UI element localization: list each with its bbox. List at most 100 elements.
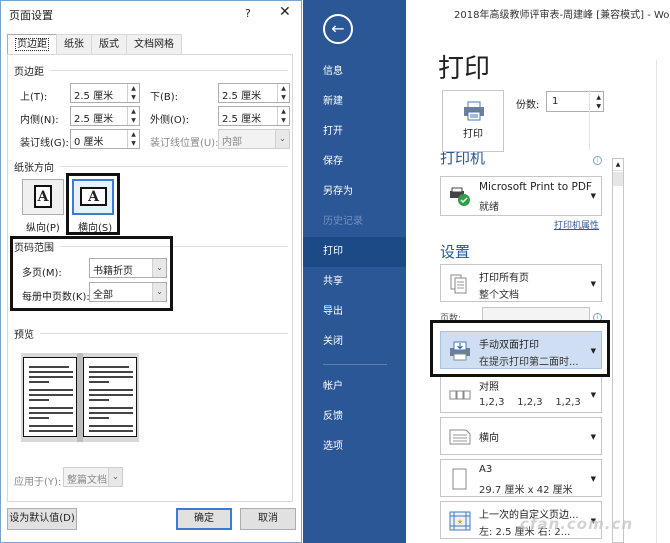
- pages-label: 页数:: [440, 314, 462, 324]
- print-pane: 2018年高级教师评审表-周建峰 [兼容模式] - Word 打印 打印 份数:…: [406, 0, 670, 543]
- divider: [656, 60, 657, 543]
- divider: [589, 90, 590, 150]
- gutter-position-label: 装订线位置(U):: [150, 138, 219, 149]
- outside-margin-input[interactable]: 2.5 厘米 ▲ ▼: [218, 106, 290, 126]
- bottom-margin-input[interactable]: 2.5 厘米 ▲ ▼: [218, 83, 290, 103]
- cancel-button[interactable]: 取消: [240, 508, 296, 530]
- multiple-pages-value: 书籍折页: [93, 266, 133, 277]
- nav-item-save-as[interactable]: 另存为: [303, 177, 406, 207]
- divider: [50, 70, 288, 71]
- nav-item-open[interactable]: 打开: [303, 117, 406, 147]
- page-setup-dialog: 页面设置 ? ✕ 页边距 纸张 版式 文档网格 页边距 上(T): 2.5 厘米…: [0, 0, 302, 543]
- chevron-down-icon[interactable]: ⌄: [152, 283, 166, 301]
- chevron-down-icon[interactable]: ⌄: [152, 259, 166, 277]
- inside-margin-label: 内侧(N):: [20, 115, 59, 126]
- top-margin-value: 2.5 厘米: [74, 91, 114, 102]
- printer-properties-link[interactable]: 打印机属性: [554, 218, 599, 231]
- nav-divider: [323, 364, 387, 365]
- collate-select[interactable]: 对照 1,2,3 1,2,3 1,2,3 ▼: [440, 375, 602, 413]
- help-button[interactable]: ?: [245, 7, 251, 20]
- tab-margins[interactable]: 页边距: [7, 34, 57, 55]
- preview-text-line: [29, 430, 73, 432]
- preview-section-label: 预览: [14, 330, 34, 341]
- landscape-label: 横向(S): [78, 223, 113, 234]
- duplex-select[interactable]: 手动双面打印 在提示打印第二面时... ▼: [440, 331, 602, 369]
- preview-text-line: [29, 389, 73, 391]
- paper-size-icon: [452, 468, 467, 490]
- inside-margin-input[interactable]: 2.5 厘米 ▲ ▼: [70, 106, 140, 126]
- preview-text-line: [89, 381, 109, 383]
- paper-size-select[interactable]: A3 29.7 厘米 x 42 厘米 ▼: [440, 459, 602, 497]
- custom-margins-icon: ★: [449, 511, 471, 531]
- print-button[interactable]: 打印: [442, 90, 504, 152]
- spin-arrows-icon[interactable]: ▲ ▼: [127, 107, 139, 125]
- orientation-value: 横向: [479, 433, 499, 444]
- preview-text-line: [89, 417, 109, 419]
- portrait-page-icon: A: [34, 185, 52, 208]
- preview-text-line: [89, 366, 129, 368]
- preview-text-line: [89, 412, 133, 414]
- tab-document-grid[interactable]: 文档网格: [126, 34, 182, 54]
- duplex-printer-icon: [450, 341, 470, 361]
- printer-select[interactable]: Microsoft Print to PDF 就绪 ▼: [440, 176, 602, 216]
- close-icon[interactable]: ✕: [279, 4, 291, 20]
- caret-down-icon: ▼: [590, 433, 596, 441]
- back-arrow-icon[interactable]: ←: [323, 14, 353, 44]
- spin-arrows-icon[interactable]: ▲ ▼: [596, 93, 601, 111]
- preview-text-line: [89, 407, 133, 409]
- pages-icon: [450, 274, 467, 294]
- nav-item-options[interactable]: 选项: [303, 432, 406, 462]
- print-range-desc: 整个文档: [479, 290, 519, 301]
- spin-arrows-icon[interactable]: ▲ ▼: [127, 84, 139, 102]
- tab-bar: 页边距 纸张 版式 文档网格: [7, 34, 182, 55]
- paper-size-value: A3: [479, 464, 493, 475]
- divider: [60, 166, 288, 167]
- set-default-button[interactable]: 设为默认值(D): [7, 508, 77, 530]
- pages-input[interactable]: [482, 307, 590, 323]
- sheets-per-booklet-label: 每册中页数(K):: [22, 292, 90, 303]
- spin-arrows-icon[interactable]: ▲ ▼: [277, 107, 289, 125]
- bottom-margin-label: 下(B):: [150, 92, 179, 103]
- tab-paper[interactable]: 纸张: [56, 34, 92, 54]
- print-button-label: 打印: [463, 129, 483, 140]
- nav-item-new[interactable]: 新建: [303, 87, 406, 117]
- orientation-select[interactable]: 横向 ▼: [440, 417, 602, 455]
- portrait-button[interactable]: A: [22, 179, 64, 215]
- nav-item-print[interactable]: 打印: [303, 237, 406, 267]
- top-margin-input[interactable]: 2.5 厘米 ▲ ▼: [70, 83, 140, 103]
- nav-item-export[interactable]: 导出: [303, 297, 406, 327]
- nav-item-close[interactable]: 关闭: [303, 327, 406, 357]
- sheets-per-booklet-select[interactable]: 全部 ⌄: [89, 282, 167, 302]
- nav-item-account[interactable]: 帐户: [303, 372, 406, 402]
- orientation-section-label: 纸张方向: [14, 163, 54, 174]
- copies-label: 份数:: [516, 100, 540, 111]
- scroll-thumb[interactable]: [613, 172, 623, 186]
- preview-text-line: [29, 371, 73, 373]
- info-icon[interactable]: i: [593, 313, 602, 322]
- scroll-up-icon[interactable]: ▲: [613, 159, 623, 171]
- nav-item-info[interactable]: 信息: [303, 57, 406, 87]
- tab-layout[interactable]: 版式: [91, 34, 127, 54]
- preview-text-line: [29, 417, 49, 419]
- spin-arrows-icon[interactable]: ▲ ▼: [127, 130, 139, 148]
- nav-item-feedback[interactable]: 反馈: [303, 402, 406, 432]
- multiple-pages-label: 多页(M):: [22, 268, 62, 279]
- printer-ready-icon: [450, 187, 470, 206]
- nav-item-share[interactable]: 共享: [303, 267, 406, 297]
- landscape-button[interactable]: A: [72, 179, 114, 215]
- tab-label: 页边距: [15, 38, 49, 51]
- apply-to-label: 应用于(Y):: [14, 477, 62, 488]
- settings-scrollbar[interactable]: ▲: [612, 158, 624, 543]
- ok-button[interactable]: 确定: [176, 508, 232, 530]
- preview-right-page: [83, 357, 137, 437]
- multiple-pages-select[interactable]: 书籍折页 ⌄: [89, 258, 167, 278]
- preview-text-line: [89, 399, 109, 401]
- print-range-select[interactable]: 打印所有页 整个文档 ▼: [440, 264, 602, 302]
- inside-margin-value: 2.5 厘米: [74, 114, 114, 125]
- gutter-input[interactable]: 0 厘米 ▲ ▼: [70, 129, 140, 149]
- spin-arrows-icon[interactable]: ▲ ▼: [277, 84, 289, 102]
- nav-item-save[interactable]: 保存: [303, 147, 406, 177]
- copies-input[interactable]: 1 ▲ ▼: [546, 91, 604, 112]
- info-icon[interactable]: i: [593, 156, 602, 165]
- preview-text-line: [89, 376, 133, 378]
